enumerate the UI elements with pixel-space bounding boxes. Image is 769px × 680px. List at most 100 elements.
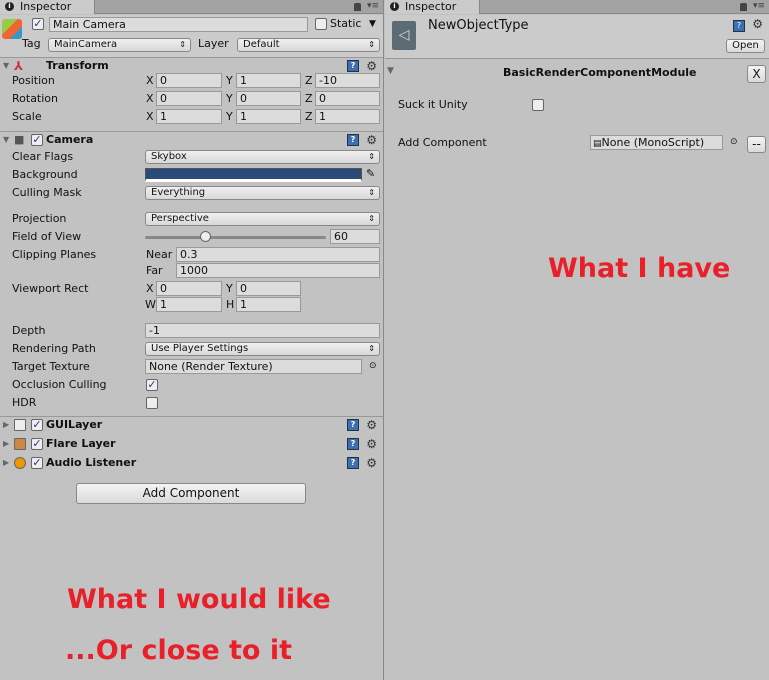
layer-dropdown[interactable]: Default bbox=[237, 38, 380, 52]
gameobject-icon bbox=[2, 19, 22, 39]
static-dropdown-icon[interactable]: ▼ bbox=[369, 17, 376, 31]
fov-input[interactable]: 60 bbox=[330, 229, 380, 244]
x-label: X bbox=[146, 92, 154, 105]
component-header[interactable]: ▶ ✓ Flare Layer? ⚙ bbox=[0, 435, 383, 453]
scale-x-input[interactable]: 1 bbox=[156, 109, 222, 124]
foldout-icon[interactable]: ▼ bbox=[387, 66, 394, 76]
gear-icon[interactable]: ⚙ bbox=[366, 454, 377, 472]
tab-inspector[interactable]: i Inspector bbox=[385, 0, 480, 14]
position-z-input[interactable]: -10 bbox=[315, 73, 380, 88]
object-header: ◁ NewObjectType ? ⚙ Open bbox=[385, 15, 769, 59]
lock-icon[interactable] bbox=[740, 3, 747, 11]
caption-or-close-to-it: ...Or close to it bbox=[65, 635, 293, 666]
foldout-collapsed-icon[interactable]: ▶ bbox=[3, 454, 9, 472]
hdr-checkbox[interactable] bbox=[146, 397, 158, 409]
fov-label: Field of View bbox=[12, 230, 82, 243]
tab-label: Inspector bbox=[20, 0, 72, 13]
gear-icon[interactable]: ⚙ bbox=[366, 131, 377, 149]
component-enabled-checkbox[interactable]: ✓ bbox=[31, 457, 43, 469]
depth-input[interactable]: -1 bbox=[145, 323, 380, 338]
viewport-w-input[interactable]: 1 bbox=[156, 297, 222, 312]
menu-icon[interactable]: ▾≡ bbox=[367, 1, 379, 11]
eyedropper-icon[interactable]: ✎ bbox=[366, 167, 375, 181]
more-button[interactable]: -- bbox=[747, 136, 766, 153]
clear-flags-label: Clear Flags bbox=[12, 150, 74, 163]
component-enabled-checkbox[interactable]: ✓ bbox=[31, 419, 43, 431]
target-texture-label: Target Texture bbox=[12, 360, 90, 373]
position-y-input[interactable]: 1 bbox=[236, 73, 301, 88]
gear-icon[interactable]: ⚙ bbox=[752, 17, 763, 31]
viewport-h-input[interactable]: 1 bbox=[236, 297, 301, 312]
active-checkbox[interactable]: ✓ bbox=[32, 18, 44, 30]
rotation-y-input[interactable]: 0 bbox=[236, 91, 301, 106]
help-icon[interactable]: ? bbox=[347, 457, 359, 469]
rotation-z-input[interactable]: 0 bbox=[315, 91, 380, 106]
z-label: Z bbox=[305, 92, 313, 105]
x-label: X bbox=[146, 282, 154, 295]
occlusion-culling-checkbox[interactable]: ✓ bbox=[146, 379, 158, 391]
static-checkbox[interactable] bbox=[315, 18, 327, 30]
component-header[interactable]: ▶ ✓ Audio Listener? ⚙ bbox=[0, 454, 383, 472]
static-label: Static bbox=[330, 17, 362, 30]
viewport-x-input[interactable]: 0 bbox=[156, 281, 222, 296]
foldout-icon[interactable]: ▼ bbox=[3, 131, 9, 149]
fov-slider-handle[interactable] bbox=[200, 231, 211, 242]
help-icon[interactable]: ? bbox=[347, 438, 359, 450]
target-texture-field[interactable]: None (Render Texture) bbox=[145, 359, 362, 374]
lock-icon[interactable] bbox=[354, 3, 361, 11]
foldout-collapsed-icon[interactable]: ▶ bbox=[3, 435, 9, 453]
position-x-input[interactable]: 0 bbox=[156, 73, 222, 88]
near-input[interactable]: 0.3 bbox=[176, 247, 380, 262]
clipping-planes-label: Clipping Planes bbox=[12, 248, 97, 261]
foldout-icon[interactable]: ▼ bbox=[3, 57, 9, 75]
component-header[interactable]: ▶ ✓ GUILayer? ⚙ bbox=[0, 416, 383, 434]
viewport-rect-label: Viewport Rect bbox=[12, 282, 89, 295]
script-icon: ▤ bbox=[593, 139, 602, 149]
object-picker-icon[interactable]: ⊙ bbox=[369, 359, 377, 373]
far-label: Far bbox=[146, 264, 163, 277]
h-label: H bbox=[226, 298, 235, 311]
fov-slider-track[interactable] bbox=[145, 236, 326, 239]
projection-dropdown[interactable]: Perspective bbox=[145, 212, 380, 226]
add-component-button[interactable]: Add Component bbox=[76, 483, 306, 504]
x-label: X bbox=[146, 74, 154, 87]
rotation-x-input[interactable]: 0 bbox=[156, 91, 222, 106]
object-name-input[interactable]: Main Camera bbox=[49, 17, 308, 32]
viewport-y-input[interactable]: 0 bbox=[236, 281, 301, 296]
y-label: Y bbox=[226, 282, 233, 295]
tab-inspector[interactable]: i Inspector bbox=[0, 0, 95, 14]
component-title: Audio Listener bbox=[46, 456, 137, 469]
camera-header[interactable]: ▼ ■ ✓ Camera ? ⚙ bbox=[0, 131, 383, 149]
component-enabled-checkbox[interactable]: ✓ bbox=[31, 438, 43, 450]
camera-icon: ■ bbox=[14, 133, 25, 146]
clear-flags-dropdown[interactable]: Skybox bbox=[145, 150, 380, 164]
far-input[interactable]: 1000 bbox=[176, 263, 380, 278]
close-button[interactable]: X bbox=[747, 65, 766, 83]
scale-z-input[interactable]: 1 bbox=[315, 109, 380, 124]
guilayer-icon bbox=[14, 419, 26, 431]
help-icon[interactable]: ? bbox=[733, 20, 745, 32]
help-icon[interactable]: ? bbox=[347, 134, 359, 146]
transform-icon: ⅄ bbox=[14, 59, 24, 73]
open-button[interactable]: Open bbox=[726, 39, 765, 53]
background-color-field[interactable] bbox=[145, 168, 362, 182]
camera-enabled-checkbox[interactable]: ✓ bbox=[31, 134, 43, 146]
audio-listener-icon bbox=[14, 457, 26, 469]
monoscript-field[interactable]: ▤None (MonoScript) bbox=[590, 135, 723, 150]
gear-icon[interactable]: ⚙ bbox=[366, 435, 377, 453]
info-icon: i bbox=[5, 2, 14, 11]
unity-logo-icon: ◁ bbox=[392, 21, 416, 50]
foldout-collapsed-icon[interactable]: ▶ bbox=[3, 416, 9, 434]
tag-dropdown[interactable]: MainCamera bbox=[48, 38, 191, 52]
tag-label: Tag bbox=[22, 37, 41, 50]
suck-it-unity-checkbox[interactable] bbox=[532, 99, 544, 111]
menu-icon[interactable]: ▾≡ bbox=[753, 1, 765, 11]
gear-icon[interactable]: ⚙ bbox=[366, 416, 377, 434]
help-icon[interactable]: ? bbox=[347, 419, 359, 431]
object-picker-icon[interactable]: ⊙ bbox=[730, 135, 738, 149]
scale-y-input[interactable]: 1 bbox=[236, 109, 301, 124]
culling-mask-dropdown[interactable]: Everything bbox=[145, 186, 380, 200]
help-icon[interactable]: ? bbox=[347, 60, 359, 72]
monoscript-value: None (MonoScript) bbox=[601, 136, 705, 149]
rendering-path-dropdown[interactable]: Use Player Settings bbox=[145, 342, 380, 356]
